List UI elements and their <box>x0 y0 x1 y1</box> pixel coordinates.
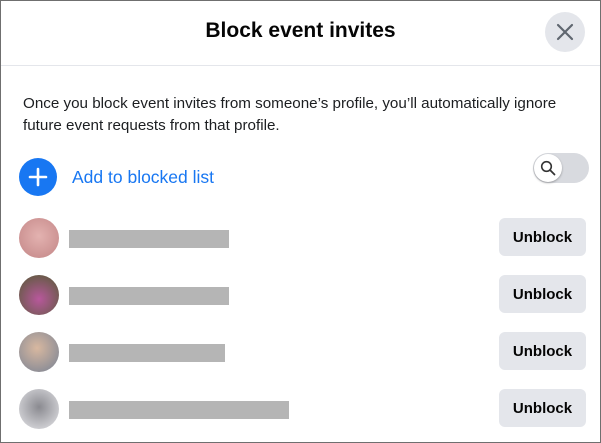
blocked-profile-row: Unblock <box>19 389 587 429</box>
avatar[interactable] <box>19 275 59 315</box>
avatar[interactable] <box>19 332 59 372</box>
redacted-name <box>69 401 289 419</box>
redacted-name <box>69 230 229 248</box>
unblock-button[interactable]: Unblock <box>499 218 586 256</box>
unblock-button[interactable]: Unblock <box>499 389 586 427</box>
add-to-blocked-list-label: Add to blocked list <box>72 166 215 187</box>
dialog-header: Block event invites <box>1 1 600 66</box>
plus-icon <box>28 167 48 187</box>
search-toggle[interactable] <box>533 153 589 183</box>
close-button[interactable] <box>545 12 585 52</box>
block-event-invites-dialog: Block event invites Once you block event… <box>0 0 601 443</box>
blocked-profile-row: Unblock <box>19 218 587 258</box>
avatar[interactable] <box>19 389 59 429</box>
redacted-name <box>69 287 229 305</box>
redacted-name <box>69 344 225 362</box>
avatar[interactable] <box>19 218 59 258</box>
unblock-button[interactable]: Unblock <box>499 332 586 370</box>
search-knob <box>534 154 562 182</box>
add-circle <box>19 158 57 196</box>
add-to-blocked-list-button[interactable]: Add to blocked list <box>19 158 214 196</box>
dialog-title: Block event invites <box>205 19 396 42</box>
blocked-profile-row: Unblock <box>19 332 587 372</box>
close-icon <box>556 23 574 41</box>
unblock-button[interactable]: Unblock <box>499 275 586 313</box>
blocked-profile-row: Unblock <box>19 275 587 315</box>
search-icon <box>540 160 556 176</box>
dialog-description: Once you block event invites from someon… <box>23 95 557 134</box>
